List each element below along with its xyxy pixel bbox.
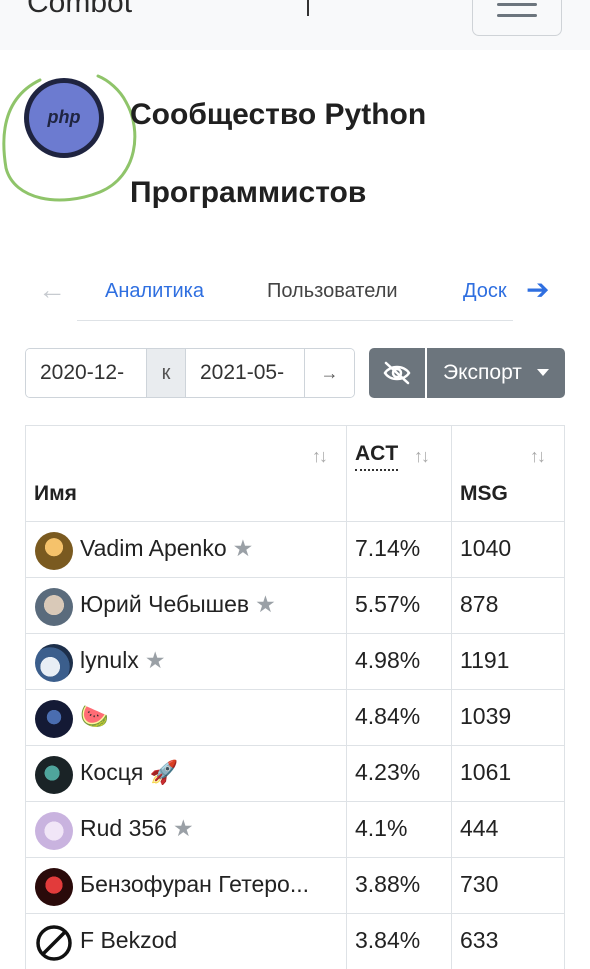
- arrow-right-icon[interactable]: ➔: [526, 276, 549, 304]
- tab-users[interactable]: Пользователи: [267, 280, 398, 303]
- avatar: [35, 644, 73, 682]
- star-icon: ★: [232, 535, 254, 561]
- star-icon: ★: [172, 815, 194, 841]
- act-value: 5.57%: [355, 591, 421, 617]
- header-act-cell[interactable]: ACT ↑↓: [347, 426, 452, 521]
- avatar: [35, 532, 73, 570]
- hamburger-icon: [497, 3, 537, 6]
- hamburger-icon-bar: [497, 14, 537, 17]
- menu-toggle-button[interactable]: [472, 0, 562, 36]
- export-label: Экспорт: [443, 361, 522, 384]
- msg-value: 878: [460, 591, 499, 617]
- msg-value: 1040: [460, 535, 512, 561]
- table-header-row: ↑↓ Имя ACT ↑↓ ↑↓ MSG: [25, 425, 565, 521]
- user-name[interactable]: Rud 356 ★: [80, 815, 194, 842]
- tab-board[interactable]: Доск: [463, 280, 507, 303]
- text-cursor: [307, 0, 309, 16]
- table-row[interactable]: Косця 🚀 4.23% 1061: [25, 745, 565, 801]
- msg-value: 730: [460, 871, 499, 897]
- msg-value: 1061: [460, 759, 512, 785]
- chat-logo: php: [24, 78, 104, 158]
- caret-down-icon: [537, 369, 549, 376]
- avatar: [35, 868, 73, 906]
- table-row[interactable]: lynulx ★ 4.98% 1191: [25, 633, 565, 689]
- sort-arrows-icon[interactable]: ↑↓: [414, 446, 430, 467]
- table-row[interactable]: Бензофуран Гетеро... 3.88% 730: [25, 857, 565, 913]
- avatar: [35, 756, 73, 794]
- table-row[interactable]: 🍉 4.84% 1039: [25, 689, 565, 745]
- user-name[interactable]: lynulx ★: [80, 647, 165, 674]
- act-value: 3.88%: [355, 871, 421, 897]
- table-row[interactable]: Vadim Apenko ★ 7.14% 1040: [25, 521, 565, 577]
- act-value: 4.23%: [355, 759, 421, 785]
- sort-arrows-icon[interactable]: ↑↓: [312, 446, 328, 467]
- date-to-input[interactable]: [186, 349, 304, 397]
- msg-value: 1191: [460, 647, 510, 673]
- msg-value: 633: [460, 927, 499, 953]
- date-range-filter: к →: [25, 348, 355, 398]
- act-value: 3.84%: [355, 927, 421, 953]
- user-name[interactable]: Vadim Apenko ★: [80, 535, 253, 562]
- avatar: [35, 700, 73, 738]
- arrow-left-icon[interactable]: ←: [38, 276, 66, 304]
- header-name: Имя: [34, 482, 77, 505]
- prohibited-avatar-icon: [36, 925, 72, 961]
- star-icon: ★: [255, 591, 276, 617]
- user-name[interactable]: Юрий Чебышев ★: [80, 591, 276, 618]
- apply-date-button[interactable]: →: [304, 349, 354, 397]
- act-value: 7.14%: [355, 535, 421, 561]
- header-name-cell[interactable]: ↑↓ Имя: [26, 426, 347, 521]
- date-separator: к: [146, 349, 186, 397]
- msg-value: 444: [460, 815, 499, 841]
- msg-value: 1039: [460, 703, 512, 729]
- chat-title-line1: Сообщество Python: [130, 98, 427, 131]
- tabs-divider: [77, 320, 513, 321]
- export-dropdown-button[interactable]: Экспорт: [427, 348, 565, 398]
- chat-title-line2: Программистов: [130, 176, 367, 209]
- tab-analytics[interactable]: Аналитика: [105, 280, 204, 303]
- star-icon: ★: [144, 647, 166, 673]
- user-name[interactable]: Косця 🚀: [80, 759, 184, 786]
- act-value: 4.1%: [355, 815, 408, 841]
- date-from-input[interactable]: [26, 349, 146, 397]
- eye-slash-icon: [383, 361, 411, 385]
- toggle-hidden-button[interactable]: [369, 348, 425, 398]
- avatar: [35, 812, 73, 850]
- header-msg-cell[interactable]: ↑↓ MSG: [452, 426, 564, 521]
- table-row[interactable]: Rud 356 ★ 4.1% 444: [25, 801, 565, 857]
- avatar: [35, 588, 73, 626]
- navbar: Combot: [0, 0, 590, 50]
- user-name[interactable]: 🍉: [80, 703, 115, 730]
- act-value: 4.84%: [355, 703, 421, 729]
- act-value: 4.98%: [355, 647, 421, 673]
- user-name[interactable]: Бензофуран Гетеро...: [80, 871, 315, 898]
- table-row[interactable]: F Bekzod 3.84% 633: [25, 913, 565, 969]
- table-row[interactable]: Юрий Чебышев ★ 5.57% 878: [25, 577, 565, 633]
- chat-avatar-area: php: [0, 72, 140, 207]
- header-act: ACT: [355, 442, 399, 471]
- sort-arrows-icon[interactable]: ↑↓: [530, 446, 546, 467]
- brand-logo-text[interactable]: Combot: [27, 0, 132, 20]
- header-msg: MSG: [460, 482, 508, 505]
- user-name[interactable]: F Bekzod: [80, 927, 183, 954]
- php-logo-icon: php: [47, 107, 81, 127]
